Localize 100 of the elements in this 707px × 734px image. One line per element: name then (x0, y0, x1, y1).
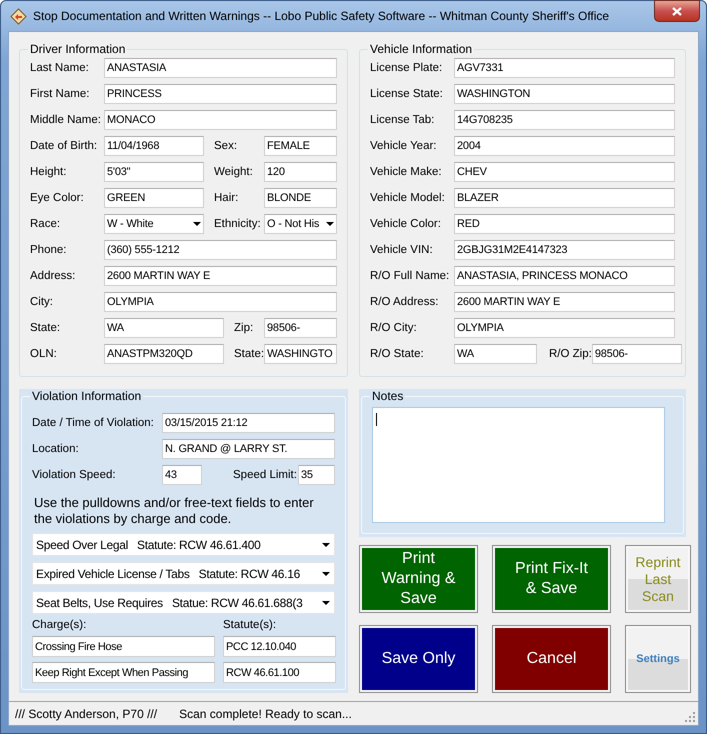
statute-field[interactable]: PCC 12.10.040 (223, 636, 336, 657)
field-label: Violation Speed: (32, 469, 117, 481)
action-button[interactable]: Cancel (493, 626, 610, 692)
text-field[interactable]: 120 (264, 162, 337, 182)
text-field[interactable]: 03/15/2015 21:12 (162, 413, 335, 433)
column-label: Charge(s): (32, 619, 88, 631)
field-label: R/O City: (370, 322, 418, 334)
dropdown[interactable]: W - White (104, 214, 204, 234)
column-label: Statute(s): (223, 619, 278, 631)
text-field[interactable]: AGV7331 (454, 58, 675, 78)
field-label: First Name: (30, 88, 90, 100)
caret-icon (322, 542, 330, 546)
field-label: State: (30, 322, 62, 334)
group-title: Violation Information (31, 389, 142, 403)
text-field[interactable]: 2GBJG31M2E4147323 (454, 240, 675, 260)
text-field[interactable]: GREEN (104, 188, 204, 208)
field-label: Vehicle Make: (370, 166, 443, 178)
field-label: Location: (32, 443, 80, 455)
caret-icon (193, 222, 201, 226)
charge-field[interactable]: Keep Right Except When Passing (32, 662, 215, 683)
action-button[interactable]: Save Only (360, 626, 477, 692)
field-label: Weight: (213, 166, 254, 178)
text-field[interactable]: (360) 555-1212 (104, 240, 337, 260)
text-field[interactable]: ANASTPM320QD (104, 344, 224, 364)
text-field[interactable]: WA (104, 318, 224, 338)
field-label: Vehicle Year: (370, 140, 438, 152)
action-button[interactable]: Settings (626, 626, 690, 692)
caret-icon (322, 572, 330, 576)
text-field[interactable]: WASHINGTO (264, 344, 338, 364)
text-field[interactable]: CHEV (454, 162, 675, 182)
text-field[interactable]: BLAZER (454, 188, 675, 208)
text-field[interactable]: 35 (298, 465, 335, 485)
close-button[interactable] (654, 0, 700, 22)
app-icon (10, 8, 27, 24)
field-label: Zip: (233, 322, 254, 334)
action-button[interactable]: Print Warning & Save (360, 546, 477, 612)
violation-dropdown[interactable]: Expired Vehicle License / Tabs Statute: RCW 46.16 (32, 562, 335, 585)
resize-grip-icon (685, 712, 695, 722)
field-label: R/O Full Name: (370, 270, 450, 282)
field-label: Sex: (213, 140, 238, 152)
group-title: Notes (371, 389, 404, 403)
field-label: Vehicle Color: (370, 218, 442, 230)
field-label: Ethnicity: (213, 218, 262, 230)
field-label: Eye Color: (30, 192, 85, 204)
text-field[interactable]: MONACO (104, 110, 337, 130)
field-label: Last Name: (30, 62, 90, 74)
field-label: City: (30, 296, 54, 308)
field-label: R/O Zip: (548, 348, 592, 360)
text-field[interactable]: 14G708235 (454, 110, 675, 130)
field-label: Middle Name: (30, 114, 102, 126)
text-field[interactable]: ANASTASIA (104, 58, 337, 78)
text-field[interactable]: 2600 MARTIN WAY E (454, 292, 675, 312)
status-user: /// Scotty Anderson, P70 /// (15, 706, 158, 720)
text-field[interactable]: 2600 MARTIN WAY E (104, 266, 337, 286)
text-field[interactable]: 5'03" (104, 162, 204, 182)
text-cursor (376, 413, 377, 426)
field-label: R/O State: (370, 348, 425, 360)
text-field[interactable]: 98506- (592, 344, 682, 364)
text-field[interactable]: 43 (162, 465, 202, 485)
text-field[interactable]: OLYMPIA (104, 292, 337, 312)
text-field[interactable]: N. GRAND @ LARRY ST. (162, 439, 335, 459)
group-title: Vehicle Information (369, 42, 474, 56)
text-field[interactable]: WASHINGTON (454, 84, 675, 104)
field-label: Date of Birth: (30, 140, 98, 152)
text-field[interactable]: RED (454, 214, 675, 234)
group-title: Driver Information (29, 42, 126, 56)
field-label: License State: (370, 88, 444, 100)
field-label: OLN: (30, 348, 58, 360)
text-field[interactable]: 98506- (264, 318, 337, 338)
text-field[interactable]: WA (454, 344, 537, 364)
field-label: Height: (30, 166, 68, 178)
field-label: Vehicle VIN: (370, 244, 434, 256)
action-button[interactable]: Print Fix-It & Save (493, 546, 610, 612)
field-label: R/O Address: (370, 296, 440, 308)
field-label: Race: (30, 218, 62, 230)
field-label: Date / Time of Violation: (32, 417, 155, 429)
violation-dropdown[interactable]: Seat Belts, Use Requires Statue: RCW 46.61.688(3 (32, 591, 335, 614)
violation-dropdown[interactable]: Speed Over Legal Statute: RCW 46.61.400 (32, 533, 335, 556)
dropdown[interactable]: O - Not His (264, 214, 337, 234)
window-title: Stop Documentation and Written Warnings -- Lobo Public Safety Software -- Whitman County Sheriff's Office (33, 9, 610, 23)
field-label: License Tab: (370, 114, 436, 126)
text-field[interactable]: ANASTASIA, PRINCESS MONACO (454, 266, 675, 286)
field-label: Hair: (213, 192, 240, 204)
field-label: License Plate: (370, 62, 444, 74)
field-label: State: (233, 348, 264, 360)
field-label: Phone: (30, 244, 68, 256)
status-message: Scan complete! Ready to scan... (179, 706, 352, 720)
statute-field[interactable]: RCW 46.61.100 (223, 662, 336, 683)
field-label: Vehicle Model: (370, 192, 446, 204)
text-field[interactable]: FEMALE (264, 136, 337, 156)
caret-icon (326, 222, 334, 226)
instructions-text: Use the pulldowns and/or free-text fields to enter the violations by charge and code. (33, 494, 315, 527)
text-field[interactable]: OLYMPIA (454, 318, 675, 338)
text-field[interactable]: BLONDE (264, 188, 337, 208)
text-field[interactable]: 2004 (454, 136, 675, 156)
caret-icon (322, 600, 330, 604)
charge-field[interactable]: Crossing Fire Hose (32, 636, 215, 657)
text-field[interactable]: 11/04/1968 (104, 136, 204, 156)
notes-field[interactable] (372, 407, 665, 523)
text-field[interactable]: PRINCESS (104, 84, 337, 104)
